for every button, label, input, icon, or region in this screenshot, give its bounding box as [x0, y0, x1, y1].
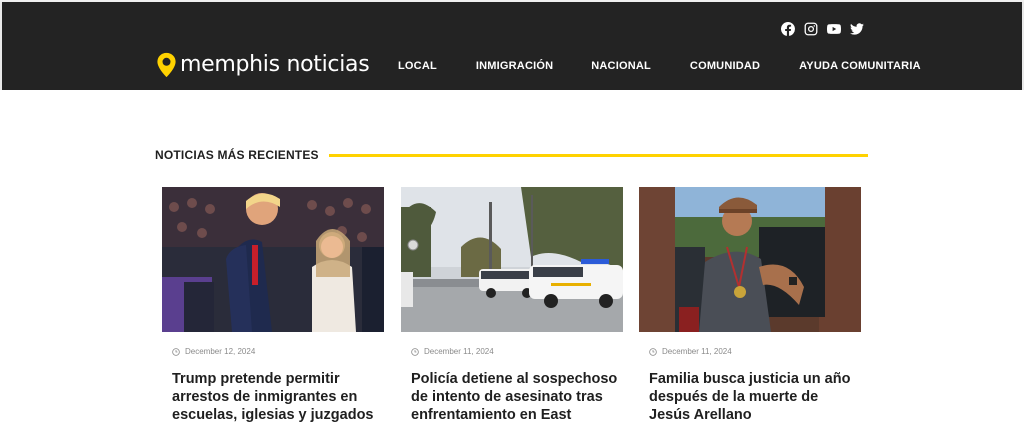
article-date-text: December 11, 2024	[662, 347, 732, 356]
article-title[interactable]: Trump pretende permitir arrestos de inmi…	[172, 370, 382, 424]
nav-item-inmigracion[interactable]: INMIGRACIÓN	[476, 60, 553, 72]
article-date: December 12, 2024	[172, 347, 384, 356]
section-title: NOTICIAS MÁS RECIENTES	[155, 148, 319, 162]
article-date: December 11, 2024	[411, 347, 623, 356]
article-date-text: December 11, 2024	[424, 347, 494, 356]
twitter-icon[interactable]	[846, 20, 868, 38]
location-pin-icon	[157, 52, 176, 78]
article-image[interactable]	[401, 187, 623, 332]
clock-icon	[172, 347, 180, 356]
section-header: NOTICIAS MÁS RECIENTES	[155, 147, 868, 163]
clock-icon	[411, 347, 419, 356]
nav-item-comunidad[interactable]: COMUNIDAD	[690, 60, 760, 72]
article-title[interactable]: Policía detiene al sospechoso de intento…	[411, 370, 621, 424]
nav-item-ayuda-comunitaria[interactable]: AYUDA COMUNITARIA	[799, 60, 921, 72]
article-image[interactable]	[639, 187, 861, 332]
site-header: memphis noticias LOCAL INMIGRACIÓN NACIO…	[0, 2, 1024, 90]
site-logo[interactable]: memphis noticias	[156, 52, 370, 78]
nav-item-local[interactable]: LOCAL	[398, 60, 437, 72]
instagram-icon[interactable]	[800, 20, 822, 38]
youtube-icon[interactable]	[823, 20, 845, 38]
logo-wordmark: memphis noticias	[180, 52, 370, 77]
article-image[interactable]	[162, 187, 384, 332]
section-divider	[328, 153, 868, 157]
social-links	[776, 20, 868, 38]
nav-item-nacional[interactable]: NACIONAL	[591, 60, 651, 72]
article-date: December 11, 2024	[649, 347, 861, 356]
article-card[interactable]: December 11, 2024 Familia busca justicia…	[639, 187, 861, 424]
article-card[interactable]: December 12, 2024 Trump pretende permiti…	[162, 187, 384, 424]
main-nav: LOCAL INMIGRACIÓN NACIONAL COMUNIDAD AYU…	[398, 60, 921, 72]
clock-icon	[649, 347, 657, 356]
article-title[interactable]: Familia busca justicia un año después de…	[649, 370, 859, 424]
article-card[interactable]: December 11, 2024 Policía detiene al sos…	[401, 187, 623, 424]
article-date-text: December 12, 2024	[185, 347, 256, 356]
facebook-icon[interactable]	[777, 20, 799, 38]
